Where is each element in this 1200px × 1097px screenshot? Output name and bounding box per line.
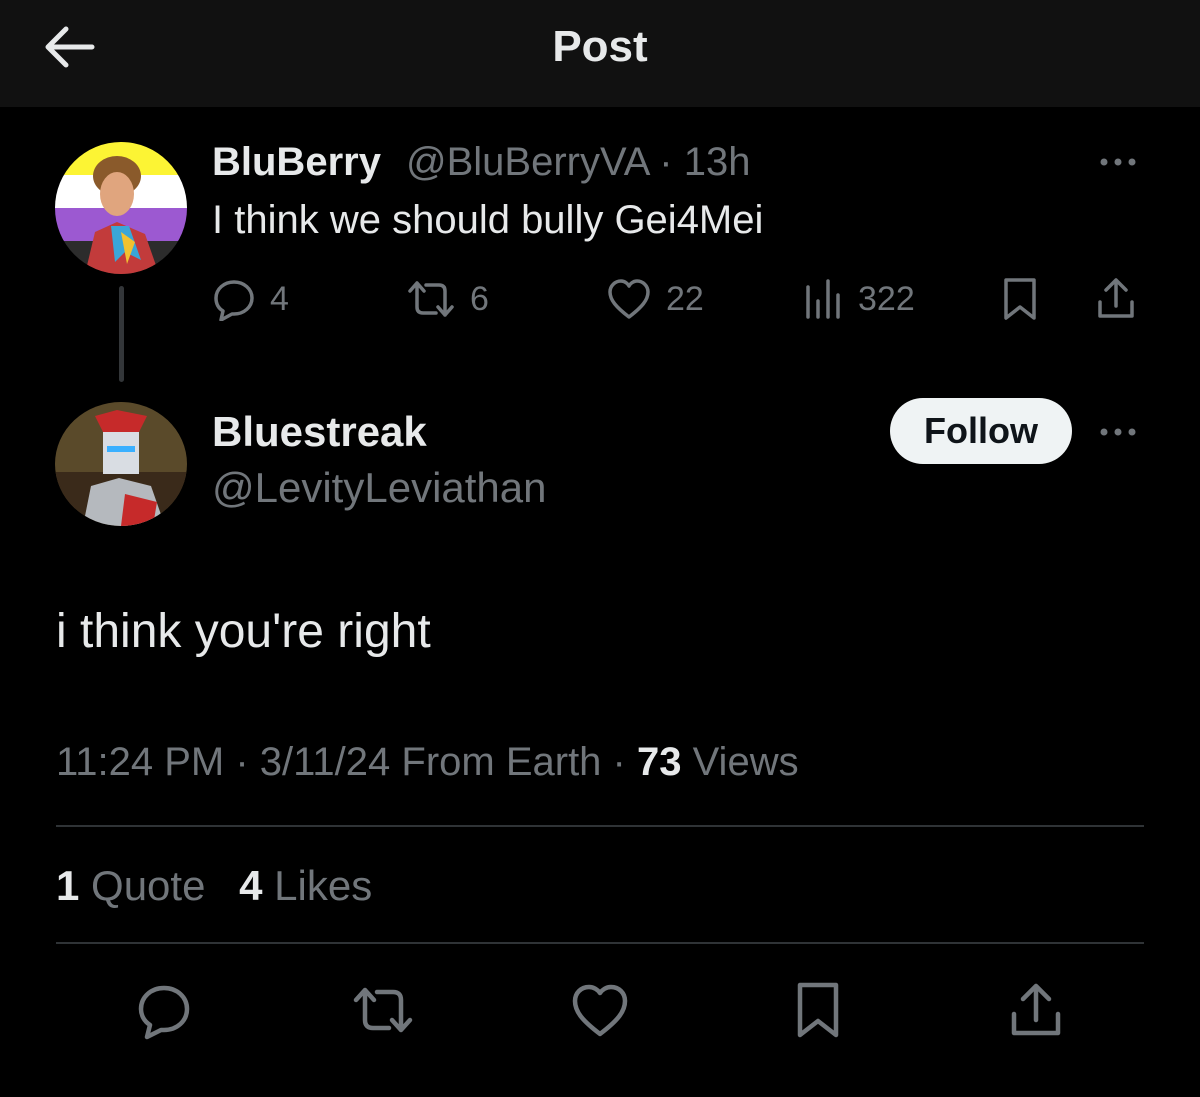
bookmark-button[interactable] <box>788 980 848 1040</box>
views-icon <box>804 277 844 321</box>
like-icon <box>606 277 652 321</box>
repost-button[interactable] <box>352 980 413 1040</box>
like-count: 22 <box>666 279 704 318</box>
views-button[interactable]: 322 <box>804 274 915 324</box>
quotes-label: Quote <box>79 862 206 909</box>
share-button[interactable] <box>1094 274 1138 324</box>
share-icon <box>1006 983 1066 1044</box>
repost-count: 6 <box>470 279 489 318</box>
bookmark-icon <box>1000 276 1040 322</box>
engagement-stats: 1 Quote 4 Likes <box>56 862 394 910</box>
more-icon[interactable] <box>1098 422 1138 442</box>
author-meta: @BluBerryVA · 13h <box>406 140 751 185</box>
author-handle[interactable]: @BluBerryVA <box>406 140 648 184</box>
likes-stat[interactable]: 4 Likes <box>239 862 372 909</box>
like-button[interactable] <box>570 980 630 1040</box>
likes-label: Likes <box>262 862 373 909</box>
repost-icon <box>406 277 456 321</box>
share-icon <box>1094 276 1138 322</box>
repost-button[interactable]: 6 <box>406 274 489 324</box>
likes-count: 4 <box>239 862 263 909</box>
views-label: Views <box>681 740 799 784</box>
reply-icon <box>134 985 194 1044</box>
divider <box>56 942 1144 944</box>
page-title: Post <box>552 22 648 71</box>
more-icon[interactable] <box>1098 152 1138 172</box>
bookmark-button[interactable] <box>1000 274 1040 324</box>
share-button[interactable] <box>1006 980 1066 1040</box>
like-button[interactable]: 22 <box>606 274 704 324</box>
avatar[interactable] <box>55 142 187 274</box>
reply-count: 4 <box>270 279 289 318</box>
author-name[interactable]: Bluestreak <box>212 408 427 456</box>
post-timestamp: 11:24 PM · 3/11/24 From Earth · 73 Views <box>56 740 799 785</box>
avatar[interactable] <box>55 402 187 526</box>
top-bar: Post <box>0 0 1200 107</box>
author-handle[interactable]: @LevityLeviathan <box>212 464 547 512</box>
post-text: I think we should bully Gei4Mei <box>212 198 764 242</box>
quotes-stat[interactable]: 1 Quote <box>56 862 205 909</box>
views-count: 322 <box>858 279 915 318</box>
divider <box>56 825 1144 827</box>
post-text: i think you're right <box>56 605 431 658</box>
post-time[interactable]: 13h <box>684 140 751 184</box>
reply-button[interactable] <box>134 980 194 1040</box>
post-actions: 4 6 22 322 <box>0 274 1200 324</box>
author-name[interactable]: BluBerry <box>212 140 381 185</box>
timestamp-text[interactable]: 11:24 PM · 3/11/24 From Earth · <box>56 740 637 784</box>
reply-icon <box>212 277 256 321</box>
views-count: 73 <box>636 740 682 784</box>
quotes-count: 1 <box>56 862 80 909</box>
follow-button[interactable]: Follow <box>890 398 1072 464</box>
like-icon <box>570 984 630 1044</box>
separator: · <box>659 140 673 184</box>
reply-button[interactable]: 4 <box>212 274 289 324</box>
bookmark-icon <box>788 982 848 1044</box>
repost-icon <box>352 987 414 1044</box>
